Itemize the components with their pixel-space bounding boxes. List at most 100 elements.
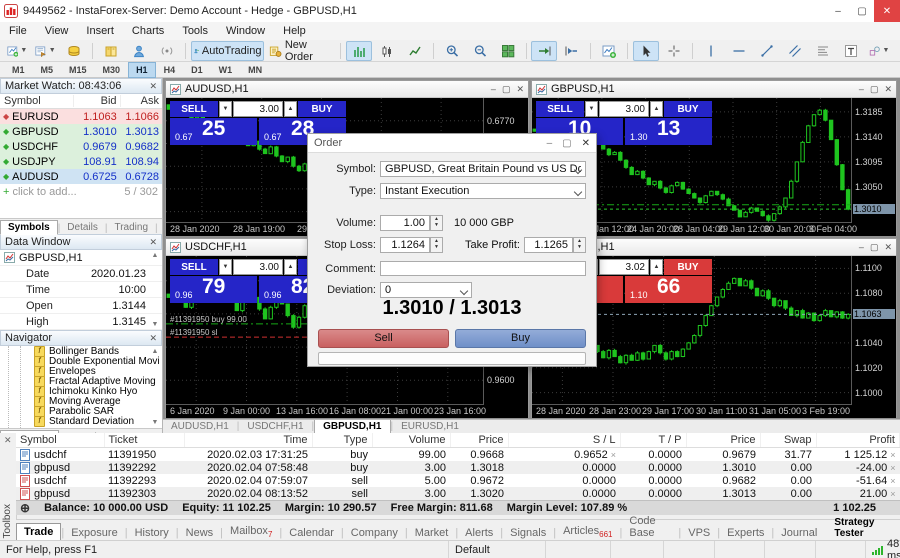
fibonacci-button[interactable]	[810, 41, 836, 61]
market-watch-row-usdchf[interactable]: ◆USDCHF0.96790.9682	[0, 139, 162, 154]
chart-maximize-icon[interactable]: ▢	[870, 242, 879, 253]
timeframe-h4[interactable]: H4	[156, 62, 184, 78]
broadcast-button[interactable]	[154, 41, 180, 61]
volume-up-button[interactable]: ▲	[650, 101, 663, 117]
stop-loss-input[interactable]: 1.1264	[380, 237, 430, 253]
click-to-add-row[interactable]: + click to add... 5 / 302	[0, 184, 162, 199]
channel-button[interactable]	[782, 41, 808, 61]
indicators-button[interactable]	[596, 41, 622, 61]
one-click-volume-input[interactable]: 3.00	[233, 259, 283, 275]
chart-tab-eurusd[interactable]: EURUSD,H1	[393, 420, 467, 433]
one-click-volume-input[interactable]: 3.02	[599, 259, 649, 275]
sell-button[interactable]: Sell	[318, 329, 449, 348]
column-ask[interactable]: Ask	[120, 95, 162, 107]
nav-scroll-up-icon[interactable]: ▲	[150, 348, 160, 355]
toolbox-close-icon[interactable]: ✕	[4, 435, 12, 446]
timeframe-m5[interactable]: M5	[33, 62, 62, 78]
toolbox-tab-trade[interactable]: Trade	[16, 523, 61, 541]
history-center-button[interactable]	[98, 41, 124, 61]
menu-window[interactable]: Window	[217, 24, 274, 38]
crosshair-button[interactable]	[661, 41, 687, 61]
timeframe-m15[interactable]: M15	[61, 62, 95, 78]
connection-status[interactable]: 48.70 ms	[866, 541, 900, 558]
chart-close-icon[interactable]: ✕	[884, 84, 892, 95]
menu-file[interactable]: File	[0, 24, 36, 38]
scroll-up-icon[interactable]: ▲	[150, 252, 160, 259]
volume-down-button[interactable]: ▼	[219, 101, 232, 117]
toolbox-tab-experts[interactable]: Experts	[720, 525, 771, 541]
candle-chart-button[interactable]	[374, 41, 400, 61]
timeframe-h1[interactable]: H1	[128, 62, 156, 78]
market-watch-close-icon[interactable]: ✕	[149, 81, 157, 92]
toolbox-tab-mailbox[interactable]: Mailbox7	[223, 523, 279, 541]
chart-minimize-icon[interactable]: –	[859, 84, 864, 95]
volume-down-button[interactable]: ▼	[219, 259, 232, 275]
one-click-buy-button[interactable]: BUY	[664, 259, 712, 275]
symbol-select[interactable]: GBPUSD, Great Britain Pound vs US Dollar	[380, 161, 586, 177]
search-button[interactable]	[894, 41, 900, 61]
line-chart-button[interactable]	[402, 41, 428, 61]
zoom-in-button[interactable]	[439, 41, 465, 61]
cursor-button[interactable]	[633, 41, 659, 61]
buy-price-display[interactable]: 1.1066	[625, 276, 712, 303]
bar-chart-button[interactable]	[346, 41, 372, 61]
timeframe-mn[interactable]: MN	[240, 62, 270, 78]
dialog-minimize-icon[interactable]: –	[547, 138, 553, 149]
sell-price-display[interactable]: 0.9679	[170, 276, 257, 303]
volume-up-button[interactable]: ▲	[284, 259, 297, 275]
close-position-icon[interactable]: ×	[890, 476, 895, 486]
one-click-sell-button[interactable]: SELL	[170, 101, 218, 117]
close-button[interactable]: ✕	[874, 0, 900, 22]
maximize-button[interactable]: ▢	[850, 0, 874, 22]
one-click-buy-button[interactable]: BUY	[664, 101, 712, 117]
one-click-buy-button[interactable]: BUY	[298, 101, 346, 117]
chart-maximize-icon[interactable]: ▢	[870, 84, 879, 95]
one-click-sell-button[interactable]: SELL	[170, 259, 218, 275]
one-click-volume-input[interactable]: 3.00	[233, 101, 283, 117]
chart-close-icon[interactable]: ✕	[884, 242, 892, 253]
market-watch-row-audusd[interactable]: ◆AUDUSD0.67250.6728	[0, 169, 162, 184]
menu-tools[interactable]: Tools	[173, 24, 217, 38]
horizontal-line-button[interactable]	[726, 41, 752, 61]
chart-tab-audusd[interactable]: AUDUSD,H1	[163, 420, 237, 433]
market-watch-row-eurusd[interactable]: ◆EURUSD1.10631.1066	[0, 109, 162, 124]
menu-insert[interactable]: Insert	[77, 24, 123, 38]
volume-input[interactable]: 1.00	[380, 215, 430, 231]
toolbox-tab-signals[interactable]: Signals	[503, 525, 553, 541]
toolbox-tab-articles[interactable]: Articles661	[556, 523, 619, 541]
dialog-close-icon[interactable]: ✕	[582, 138, 590, 149]
one-click-sell-button[interactable]: SELL	[536, 101, 584, 117]
close-position-icon[interactable]: ×	[890, 450, 895, 460]
buy-price-display[interactable]: 1.3013	[625, 118, 712, 145]
chart-minimize-icon[interactable]: –	[859, 242, 864, 253]
toolbox-tab-vps[interactable]: VPS	[681, 525, 717, 541]
tile-windows-button[interactable]	[495, 41, 521, 61]
autotrading-button[interactable]: AutoTrading	[191, 41, 265, 61]
toolbox-tab-exposure[interactable]: Exposure	[64, 525, 124, 541]
data-window-close-icon[interactable]: ✕	[149, 237, 157, 248]
position-row[interactable]: usdchf113919502020.02.03 17:31:25buy99.0…	[16, 448, 900, 462]
market-watch-tab-details[interactable]: Details	[60, 221, 105, 234]
chart-window-titlebar[interactable]: AUDUSD,H1–▢✕	[166, 81, 528, 98]
remove-sl-icon[interactable]: ×	[611, 450, 616, 460]
timeframe-d1[interactable]: D1	[183, 62, 211, 78]
stop-loss-spinner[interactable]: ▲▼	[430, 237, 443, 253]
position-row[interactable]: gbpusd113922922020.02.04 07:58:48buy3.00…	[16, 461, 900, 474]
nav-scroll-down-icon[interactable]: ▼	[150, 419, 160, 426]
timeframe-m1[interactable]: M1	[4, 62, 33, 78]
timeframe-m30[interactable]: M30	[95, 62, 129, 78]
chart-tab-gbpusd[interactable]: GBPUSD,H1	[314, 420, 390, 433]
price-scale[interactable]: 1.31851.31401.30951.30501.3010	[851, 98, 896, 223]
chart-close-icon[interactable]: ✕	[516, 84, 524, 95]
position-row[interactable]: usdchf113922932020.02.04 07:59:07sell5.0…	[16, 474, 900, 487]
market-watch-row-gbpusd[interactable]: ◆GBPUSD1.30101.3013	[0, 124, 162, 139]
toolbox-tab-journal[interactable]: Journal	[774, 525, 824, 541]
close-position-icon[interactable]: ×	[890, 489, 895, 499]
deviation-select[interactable]: 0	[380, 282, 472, 298]
sell-price-display[interactable]: 0.6725	[170, 118, 257, 145]
navigator-item[interactable]: fMoving Average	[0, 396, 162, 406]
market-watch-row-usdjpy[interactable]: ◆USDJPY108.91108.94	[0, 154, 162, 169]
zoom-out-button[interactable]	[467, 41, 493, 61]
navigator-item[interactable]: fEnvelopes	[0, 366, 162, 376]
comment-input[interactable]	[380, 261, 586, 276]
